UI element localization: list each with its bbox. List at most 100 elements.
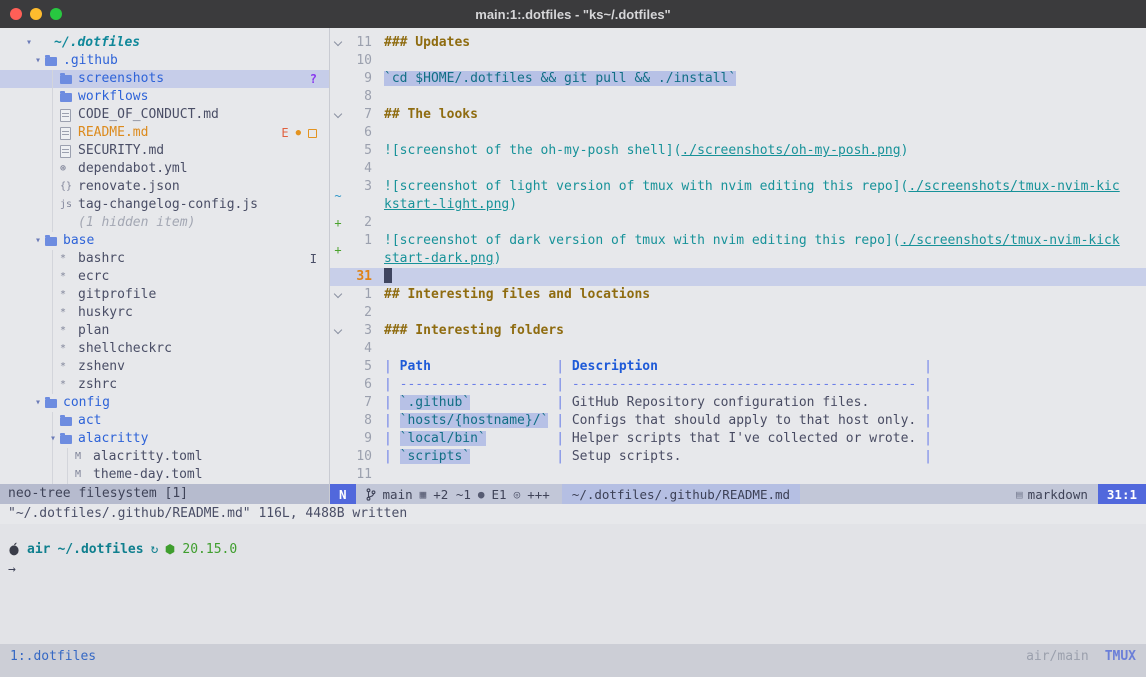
tree-item-plan[interactable]: *plan [0,322,329,340]
fold-open-icon[interactable] [330,34,346,52]
line-text: ### Interesting folders [384,322,564,340]
tree-item-screenshots[interactable]: screenshots? [0,70,329,88]
tree-item-theme-day-toml[interactable]: Mtheme-day.toml [0,466,329,484]
editor-line[interactable]: 11 [330,466,1146,484]
line-text: | `hosts/{hostname}/` | Configs that sho… [384,412,932,430]
gutter-spacer [330,358,346,376]
gutter-spacer [330,124,346,142]
tree-item-gitprofile[interactable]: *gitprofile [0,286,329,304]
star-icon: * [60,250,66,268]
tree-item-readme-md[interactable]: README.mdE● [0,124,329,142]
editor-line[interactable]: 7| `.github` | GitHub Repository configu… [330,394,1146,412]
prompt-arrow[interactable]: → [8,561,1138,579]
tree-item-dependabot-yml[interactable]: ⊛dependabot.yml [0,160,329,178]
tree-item-label: ~/.dotfiles [54,34,140,52]
editor-line[interactable]: 4 [330,160,1146,178]
tree-item-config[interactable]: ▾config [0,394,329,412]
editor-line[interactable]: 8| `hosts/{hostname}/` | Configs that sh… [330,412,1146,430]
editor-line[interactable]: 9`cd $HOME/.dotfiles && git pull && ./in… [330,70,1146,88]
editor-line[interactable]: 9| `local/bin` | Helper scripts that I'v… [330,430,1146,448]
tree-item-zshrc[interactable]: *zshrc [0,376,329,394]
tree-item-1-hidden-item[interactable]: (1 hidden item) [0,214,329,232]
tree-item-tag-changelog-config-js[interactable]: jstag-changelog-config.js [0,196,329,214]
tree-item-huskyrc[interactable]: *huskyrc [0,304,329,322]
line-number: 2 [346,304,372,322]
chevron-down-icon[interactable]: ▾ [46,430,60,448]
tree-item-label: SECURITY.md [78,142,164,160]
line-number: 2 [346,214,372,232]
editor-line[interactable]: 5![screenshot of the oh-my-posh shell](.… [330,142,1146,160]
fold-open-icon[interactable] [330,286,346,304]
git-branch-label: main [383,487,413,502]
editor-line[interactable]: 10| `scripts` | Setup scripts. | [330,448,1146,466]
star-icon: * [60,376,66,394]
line-text: ![screenshot of light version of tmux wi… [384,178,1120,214]
editor-line[interactable]: 6 | ------------------- | ---------------… [330,376,1146,394]
tree-item-shellcheckrc[interactable]: *shellcheckrc [0,340,329,358]
tree-item-dotfiles[interactable]: ▾ ~/.dotfiles [0,34,329,52]
editor-line[interactable]: +1![screenshot of dark version of tmux w… [330,232,1146,268]
tree-item-base[interactable]: ▾base [0,232,329,250]
tree-item-label: tag-changelog-config.js [78,196,258,214]
editor-window[interactable]: 11 ### Updates109`cd $HOME/.dotfiles && g… [330,28,1146,504]
minimize-button[interactable] [30,8,42,20]
fold-open-icon[interactable] [330,322,346,340]
zoom-button[interactable] [50,8,62,20]
neo-tree-sidebar: ▾ ~/.dotfiles▾.githubscreenshots?workflow… [0,28,330,504]
editor-line[interactable]: 11 ### Updates [330,34,1146,52]
chevron-down-icon[interactable]: ▾ [31,52,45,70]
tree-item-renovate-json[interactable]: {}renovate.json [0,178,329,196]
chevron-down-icon[interactable]: ▾ [31,232,45,250]
gear-icon: ⊛ [60,160,66,178]
text-segment-pipe: | [924,413,932,428]
tree-item-workflows[interactable]: workflows [0,88,329,106]
tree-item-zshenv[interactable]: *zshenv [0,358,329,376]
chevron-down-icon[interactable]: ▾ [31,394,45,412]
editor-line[interactable]: +2 [330,214,1146,232]
editor-line[interactable]: 6 [330,124,1146,142]
editor-line[interactable]: 31 [330,268,1146,286]
editor-line[interactable]: 7## The looks [330,106,1146,124]
tree-item-marks: E● [281,124,317,142]
tree-item-github[interactable]: ▾.github [0,52,329,70]
shell-pane[interactable]: air ~/.dotfiles ↻ 20.15.0 → [0,524,1146,644]
git-sign: + [330,232,346,268]
lsp-status-icon: ◎ [514,488,521,501]
editor-line[interactable]: 2 [330,304,1146,322]
tree-icon-slot: * [60,286,78,304]
error-mark: E [281,124,288,142]
git-sign: ~ [330,178,346,214]
modified-dot-icon: ● [296,124,301,142]
tree-item-ecrc[interactable]: *ecrc [0,268,329,286]
editor-line[interactable]: ~3![screenshot of light version of tmux … [330,178,1146,214]
line-number: 6 [346,376,372,394]
braces-icon: {} [60,178,72,196]
editor-line[interactable]: 8 [330,88,1146,106]
line-text: ### Updates [384,34,470,52]
star-icon: * [60,322,66,340]
editor-line[interactable]: 4 [330,340,1146,358]
text-segment-code: `.github` [400,395,470,410]
tree-item-bashrc[interactable]: *bashrcI [0,250,329,268]
tree-item-label: alacritty [78,430,148,448]
line-number: 4 [346,340,372,358]
tree-item-security-md[interactable]: SECURITY.md [0,142,329,160]
chevron-down-icon[interactable]: ▾ [22,34,36,52]
tree-item-code-of-conduct-md[interactable]: CODE_OF_CONDUCT.md [0,106,329,124]
titlebar[interactable]: main:1:.dotfiles - "ks~/.dotfiles" [0,0,1146,28]
gutter-spacer [330,448,346,466]
tmux-window-label[interactable]: 1:.dotfiles [10,649,96,664]
fold-open-icon[interactable] [330,106,346,124]
tree-icon-slot: * [60,340,78,358]
editor-line[interactable]: 10 [330,52,1146,70]
editor-line[interactable]: 3### Interesting folders [330,322,1146,340]
close-button[interactable] [10,8,22,20]
editor-line[interactable]: 1## Interesting files and locations [330,286,1146,304]
tree-item-alacritty[interactable]: ▾ alacritty [0,430,329,448]
tree-item-alacritty-toml[interactable]: Malacritty.toml [0,448,329,466]
editor-line[interactable]: 5| Path | Description | [330,358,1146,376]
line-number: 31 [346,268,372,286]
line-text: | ------------------- | ----------------… [384,376,932,394]
tree-item-act[interactable]: act [0,412,329,430]
line-number: 11 [346,34,372,52]
